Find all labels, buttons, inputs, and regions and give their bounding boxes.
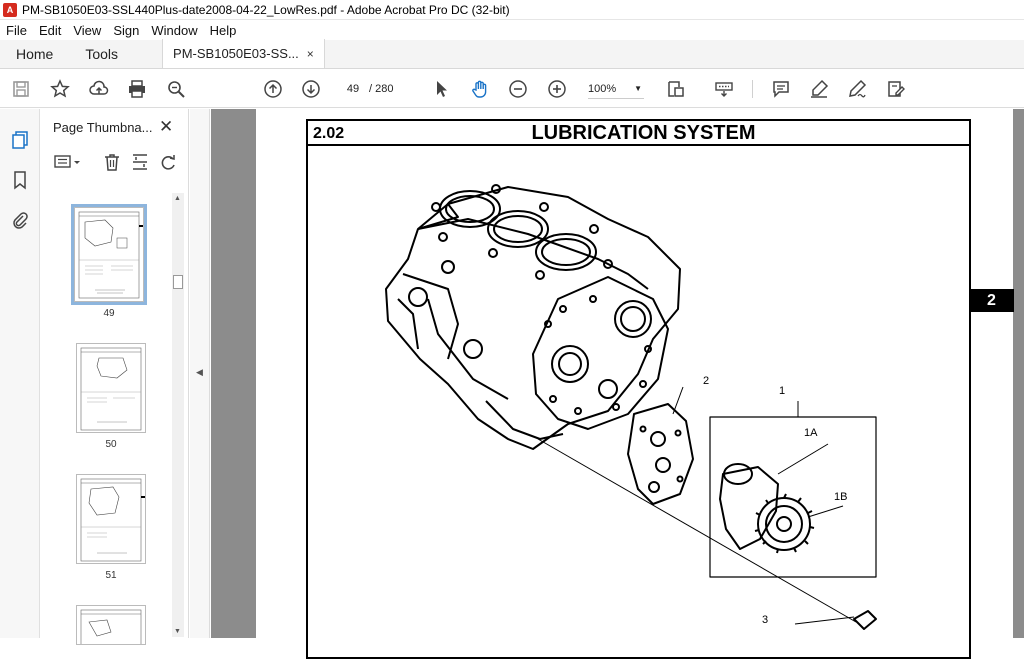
sign-icon[interactable] — [846, 78, 868, 100]
rotate-page-icon[interactable] — [157, 151, 179, 173]
panel-collapse-gutter[interactable]: ◀ — [190, 109, 210, 638]
comment-icon[interactable] — [770, 78, 792, 100]
callout-1b: 1B — [834, 491, 848, 503]
print-icon[interactable] — [126, 78, 148, 100]
select-arrow-icon[interactable] — [430, 78, 452, 100]
page-thumbnail-50[interactable] — [76, 343, 146, 433]
document-view[interactable]: 2.02 LUBRICATION SYSTEM 1 1A 1B 2 3 2 — [211, 109, 1024, 659]
document-tab-label: PM-SB1050E03-SS... — [173, 46, 299, 61]
menu-file[interactable]: File — [0, 23, 33, 38]
collapse-left-icon[interactable]: ◀ — [196, 367, 203, 378]
callout-3: 3 — [762, 614, 769, 626]
page-thumbnail-label: 49 — [103, 308, 115, 319]
thumbnail-scrollbar[interactable]: ▲ ▼ — [172, 193, 184, 637]
page-down-icon[interactable] — [300, 78, 322, 100]
scrollbar-thumb[interactable] — [173, 275, 183, 289]
pdf-page: 2.02 LUBRICATION SYSTEM 1 1A 1B 2 3 — [256, 109, 1013, 659]
attachment-icon[interactable] — [9, 209, 31, 231]
menu-view[interactable]: View — [67, 23, 107, 38]
scroll-down-icon[interactable]: ▼ — [174, 628, 181, 635]
tab-bar: Home Tools PM-SB1050E03-SS... × — [0, 39, 1024, 69]
page-thumbnail-52[interactable] — [76, 605, 146, 645]
hand-icon[interactable] — [469, 78, 491, 100]
scroll-up-icon[interactable]: ▲ — [174, 195, 181, 202]
save-icon[interactable] — [10, 78, 32, 100]
title-bar: A PM-SB1050E03-SSL440Plus-date2008-04-22… — [0, 0, 1024, 20]
upload-cloud-icon[interactable] — [88, 78, 110, 100]
close-panel-icon[interactable]: ✕ — [159, 117, 173, 137]
tab-home[interactable]: Home — [0, 40, 69, 68]
navigation-rail — [0, 109, 40, 638]
thumbnails-panel: Page Thumbna... ✕ 49 50 51 ▲ ▼ — [41, 109, 189, 645]
menu-window[interactable]: Window — [145, 23, 203, 38]
page-number-input[interactable]: 49 — [340, 79, 366, 99]
page-thumbnail-51[interactable] — [76, 474, 146, 564]
page-thumbnail-49[interactable] — [71, 204, 147, 305]
close-tab-icon[interactable]: × — [307, 47, 314, 61]
section-title: LUBRICATION SYSTEM — [531, 122, 756, 144]
zoom-in-icon[interactable] — [546, 78, 568, 100]
zoom-level-value: 100% — [588, 83, 617, 95]
star-icon[interactable] — [49, 78, 71, 100]
toolbar: 49 / 280 100% ▼ — [0, 70, 1024, 108]
page-thumbnails-icon[interactable] — [9, 129, 31, 151]
extract-pages-icon[interactable] — [129, 151, 151, 173]
callout-1a: 1A — [804, 427, 818, 439]
menu-bar: File Edit View Sign Window Help — [0, 20, 1024, 40]
menu-sign[interactable]: Sign — [107, 23, 145, 38]
menu-help[interactable]: Help — [204, 23, 243, 38]
tab-tools[interactable]: Tools — [69, 40, 134, 68]
zoom-out-icon[interactable] — [507, 78, 529, 100]
keyboard-icon[interactable] — [713, 78, 735, 100]
menu-edit[interactable]: Edit — [33, 23, 67, 38]
callout-2: 2 — [703, 375, 710, 387]
chapter-tab: 2 — [969, 289, 1014, 312]
zoom-search-icon[interactable] — [165, 78, 187, 100]
zoom-level-select[interactable]: 100% ▼ — [588, 79, 644, 99]
page-fit-icon[interactable] — [665, 78, 687, 100]
thumbnail-options-icon[interactable] — [51, 151, 83, 173]
highlight-icon[interactable] — [808, 78, 830, 100]
toolbar-separator — [752, 80, 753, 98]
window-title: PM-SB1050E03-SSL440Plus-date2008-04-22_L… — [22, 2, 510, 17]
page-total: / 280 — [369, 83, 394, 95]
chevron-down-icon: ▼ — [634, 84, 642, 93]
page-thumbnail-label: 50 — [105, 439, 117, 450]
tab-document[interactable]: PM-SB1050E03-SS... × — [162, 39, 325, 68]
page-thumbnail-label: 51 — [105, 570, 117, 581]
edit-text-icon[interactable] — [885, 78, 907, 100]
section-header: 2.02 LUBRICATION SYSTEM — [308, 121, 969, 146]
callout-1: 1 — [779, 385, 786, 397]
engine-lubrication-diagram — [385, 184, 877, 630]
panel-title: Page Thumbna... — [53, 120, 153, 135]
thumbnail-tools — [49, 151, 184, 177]
delete-page-icon[interactable] — [101, 151, 123, 173]
acrobat-logo-icon: A — [3, 2, 17, 17]
bookmark-icon[interactable] — [9, 169, 31, 191]
page-up-icon[interactable] — [262, 78, 284, 100]
